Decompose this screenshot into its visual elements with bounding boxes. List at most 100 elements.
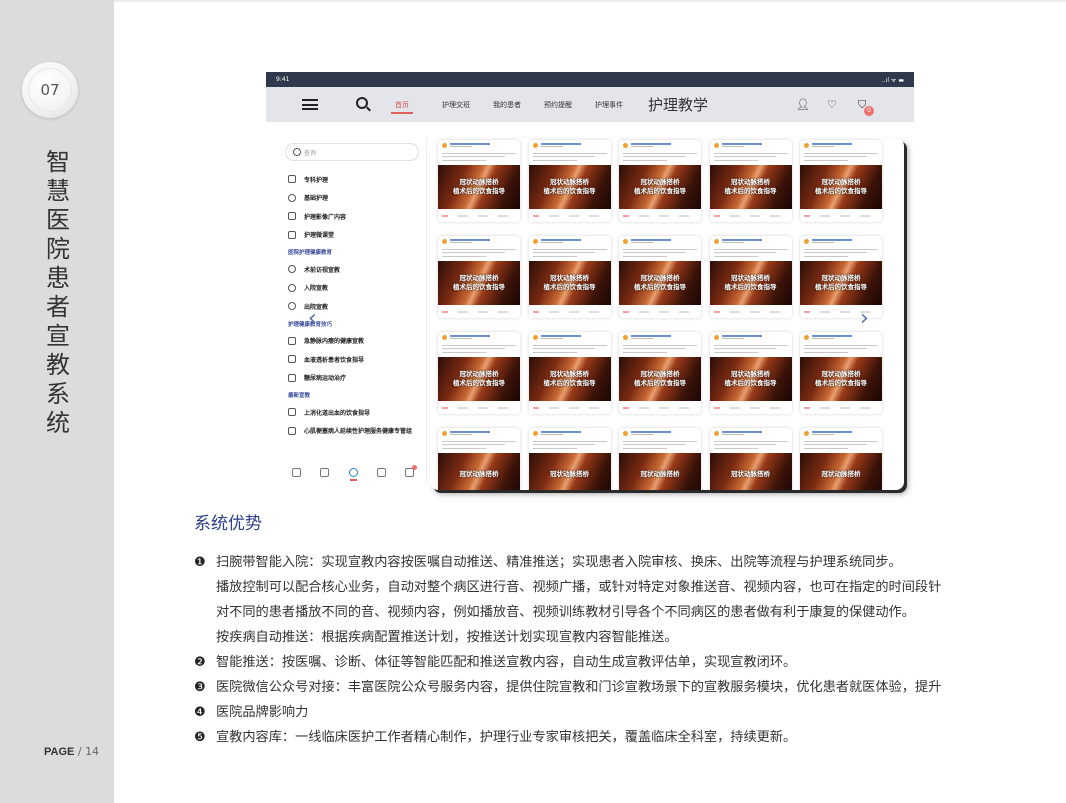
content-card[interactable]: 冠状动脉搭桥 植术后的饮食指导 (709, 332, 792, 414)
page-number: PAGE / 14 (44, 745, 99, 758)
next-arrow-icon[interactable]: › (860, 306, 869, 331)
category-item[interactable]: 基础护理 (288, 189, 426, 208)
card-image: 冠状动脉搭桥 (438, 452, 520, 490)
content-card[interactable]: 冠状动脉搭桥 植术后的饮食指导 (619, 236, 701, 318)
category-sidebar: 查询 专科护理 基础护理 护理影像广内容 护理微课堂 医院护理健康教育 术前访视宣教 入院宣… (278, 138, 427, 484)
card-image-caption: 冠状动脉搭桥 (731, 470, 770, 479)
category-item[interactable]: 入院宣教 (288, 279, 426, 298)
category-item[interactable]: 护理微课堂 (288, 226, 426, 245)
top-navigation: 首页 护理交班 我的患者 预约提醒 护理事件 护理教学 👤︎ ♡ ⛉ 0 (266, 87, 914, 122)
user-icon[interactable]: 👤︎ (796, 98, 810, 111)
menu-icon[interactable] (302, 99, 318, 110)
content-card[interactable]: 冠状动脉搭桥 (528, 428, 611, 490)
content-card[interactable]: 冠状动脉搭桥 植术后的饮食指导 (528, 236, 611, 318)
content-card[interactable]: 冠状动脉搭桥 植术后的饮食指导 (709, 236, 792, 318)
card-header (710, 428, 792, 438)
card-image-caption: 冠状动脉搭桥 植术后的饮食指导 (815, 370, 867, 387)
category-search-input[interactable]: 查询 (286, 144, 418, 160)
content-card[interactable]: 冠状动脉搭桥 植术后的饮食指导 (438, 236, 520, 318)
category-label: 基础护理 (304, 195, 329, 203)
category-icon (288, 212, 296, 221)
content-card[interactable]: 冠状动脉搭桥 (709, 428, 792, 490)
category-item[interactable]: 专科护理 (288, 170, 426, 189)
tab-calendar-icon[interactable] (376, 467, 386, 477)
category-label: 血液透析患者饮食指导 (304, 356, 365, 364)
category-item[interactable]: 上消化道出血的饮食指导 (288, 403, 426, 422)
card-footer (619, 305, 701, 319)
card-image-caption: 冠状动脉搭桥 植术后的饮食指导 (634, 274, 686, 291)
tab-search-icon[interactable] (348, 467, 358, 481)
card-image-caption: 冠状动脉搭桥 (640, 470, 680, 479)
card-header (710, 332, 792, 342)
category-icon (288, 265, 296, 274)
advantage-line: ❹ 医院品牌影响力 (194, 700, 994, 725)
status-time: 9:41 (276, 76, 290, 83)
page-separator: / (74, 745, 86, 758)
content-card[interactable]: 冠状动脉搭桥 植术后的饮食指导 (709, 140, 792, 222)
tab-profile-icon[interactable] (405, 464, 417, 477)
card-text (529, 152, 611, 165)
content-card[interactable]: 冠状动脉搭桥 (619, 428, 701, 490)
status-icons: ..ıl ᯤ ▬ (881, 76, 904, 84)
nav-title: 护理教学 (648, 96, 709, 114)
advantage-text: 智能推送：按医嘱、诊断、体征等智能匹配和推送宣教内容，自动生成宣教评估单，实现宣… (216, 655, 797, 670)
category-item[interactable]: 血液透析患者饮食指导 (288, 350, 426, 369)
content-card[interactable]: 冠状动脉搭桥 植术后的饮食指导 (619, 140, 701, 222)
category-item[interactable]: 心肌梗塞病人延续性护理服务健康专管组 (288, 422, 426, 441)
avatar (532, 239, 538, 244)
nav-item-events[interactable]: 护理事件 (595, 100, 623, 110)
card-header (438, 236, 520, 246)
category-group-heading: 最新宣教 (288, 393, 311, 399)
bullet-marker: ❷ (194, 655, 206, 670)
vertical-title-char: 患 (46, 264, 70, 292)
avatar (804, 431, 809, 436)
category-item[interactable]: 护理影像广内容 (288, 207, 426, 226)
section-number-badge: 07 (22, 62, 78, 118)
search-icon[interactable] (356, 97, 368, 109)
cart-badge: 0 (864, 106, 874, 116)
card-image: 冠状动脉搭桥 植术后的饮食指导 (800, 260, 882, 305)
content-card[interactable]: 冠状动脉搭桥 植术后的饮食指导 (800, 140, 882, 222)
nav-item-appointments[interactable]: 预约提醒 (544, 100, 572, 110)
content-card[interactable]: 冠状动脉搭桥 植术后的饮食指导 (800, 236, 882, 318)
content-card[interactable]: 冠状动脉搭桥 植术后的饮食指导 (619, 332, 701, 414)
card-header (438, 140, 520, 150)
nav-item-handover[interactable]: 护理交班 (442, 100, 470, 110)
category-item[interactable]: 急静脉内瘘的健康宣教 (288, 332, 426, 351)
card-text (710, 152, 792, 165)
category-label: 急静脉内瘘的健康宣教 (304, 338, 365, 346)
card-header (619, 236, 701, 246)
page-number-value: 14 (85, 745, 100, 758)
card-text (438, 344, 520, 357)
card-footer (529, 401, 611, 415)
nav-item-home[interactable]: 首页 (391, 100, 413, 114)
content-card[interactable]: 冠状动脉搭桥 (800, 428, 882, 490)
card-image: 冠状动脉搭桥 植术后的饮食指导 (709, 356, 792, 401)
prev-arrow-icon[interactable]: ‹ (308, 306, 317, 331)
content-card[interactable]: 冠状动脉搭桥 (438, 428, 520, 490)
advantage-text: 扫腕带智能入院：实现宣教内容按医嘱自动推送、精准推送；实现患者入院审核、换床、出… (216, 555, 902, 570)
card-text (438, 248, 520, 261)
category-item[interactable]: 术前访视宣教 (288, 260, 426, 279)
content-card[interactable]: 冠状动脉搭桥 植术后的饮食指导 (800, 332, 882, 414)
content-card[interactable]: 冠状动脉搭桥 植术后的饮食指导 (438, 140, 520, 222)
heart-icon[interactable]: ♡ (827, 98, 837, 111)
content-card[interactable]: 冠状动脉搭桥 植术后的饮食指导 (438, 332, 520, 414)
nav-item-my-patients[interactable]: 我的患者 (493, 100, 521, 110)
category-icon (288, 175, 296, 184)
card-text (438, 440, 520, 453)
card-image: 冠状动脉搭桥 植术后的饮食指导 (438, 260, 520, 305)
card-image: 冠状动脉搭桥 植术后的饮食指导 (619, 260, 701, 305)
card-image: 冠状动脉搭桥 植术后的饮食指导 (800, 356, 882, 401)
content-card[interactable]: 冠状动脉搭桥 植术后的饮食指导 (528, 332, 611, 415)
card-header (800, 428, 882, 438)
tab-copy-icon[interactable] (320, 467, 330, 477)
avatar (713, 239, 719, 244)
tab-home-icon[interactable] (292, 467, 301, 477)
card-footer (619, 209, 701, 223)
content-grid-panel: 冠状动脉搭桥 植术后的饮食指导 冠状动脉搭桥 植术后的饮食指导 冠状动脉搭桥 植术后的饮食… (430, 138, 904, 490)
content-card[interactable]: 冠状动脉搭桥 植术后的饮食指导 (528, 140, 611, 222)
category-item[interactable]: 糖尿病运动治疗 (288, 369, 426, 388)
card-text (619, 152, 701, 165)
advantage-line: ❷ 智能推送：按医嘱、诊断、体征等智能匹配和推送宣教内容，自动生成宣教评估单，实现… (194, 650, 994, 675)
